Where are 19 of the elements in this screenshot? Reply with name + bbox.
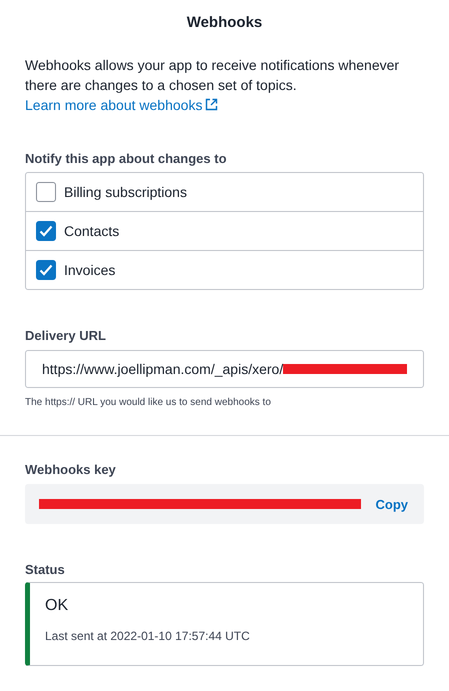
external-link-icon (205, 98, 218, 111)
delivery-url-field[interactable]: https://www.joellipman.com/_apis/xero/ (25, 350, 424, 388)
checkbox[interactable] (36, 221, 56, 241)
status-label: Status (25, 562, 66, 577)
last-sent-text: Last sent at 2022-01-10 17:57:44 UTC (45, 629, 251, 643)
intro-paragraph: Webhooks allows your app to receive notifications whenever there are changes to a chosen set of topics. Learn more about webhooks (25, 56, 400, 115)
delivery-url-hint: The https:// URL you would like us to send webhooks to (25, 397, 272, 408)
checkbox[interactable] (36, 260, 56, 280)
copy-button[interactable]: Copy (376, 492, 408, 516)
learn-more-link[interactable]: Learn more about webhooks (25, 97, 218, 113)
page-title: Webhooks (186, 13, 264, 31)
topics-label: Notify this app about changes to (25, 151, 228, 166)
delivery-url-label: Delivery URL (25, 328, 107, 343)
checkbox[interactable] (36, 182, 56, 202)
checkbox-label[interactable]: Billing subscriptions (64, 184, 187, 200)
status-text: OK (45, 597, 70, 615)
checkbox-label[interactable]: Contacts (64, 223, 120, 239)
webhooks-key-label: Webhooks key (25, 462, 117, 477)
checkbox-label[interactable]: Invoices (64, 262, 116, 278)
